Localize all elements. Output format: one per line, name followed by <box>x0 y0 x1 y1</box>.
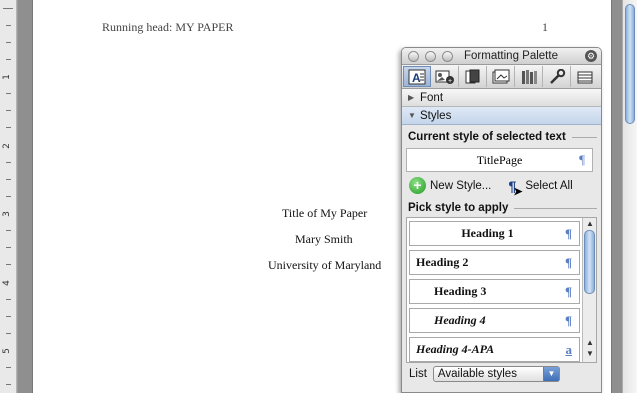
ruler-tick <box>6 230 11 231</box>
list-filter-row: List Available styles ▼ <box>402 363 601 385</box>
paragraph-style-icon: ¶ <box>564 313 572 328</box>
zoom-button[interactable] <box>442 51 453 62</box>
ruler-tick <box>6 25 11 26</box>
close-button[interactable] <box>408 51 419 62</box>
style-list-scroll-thumb[interactable] <box>584 230 595 294</box>
current-style-section: Current style of selected text <box>402 128 601 146</box>
style-list-scrollbar[interactable]: ▲ ▲ ▼ <box>582 218 596 362</box>
document-scrollbar[interactable] <box>622 0 637 393</box>
divider <box>514 207 597 209</box>
scroll-down-icon[interactable]: ▼ <box>586 349 594 358</box>
divider <box>571 136 597 138</box>
paper-title[interactable]: Title of My Paper <box>282 206 367 221</box>
current-style-field: TitlePage ¶ <box>406 148 593 172</box>
ruler-number: 5 <box>1 348 12 354</box>
toolbox-icon[interactable] <box>543 66 571 87</box>
add-icon[interactable]: + <box>409 177 426 194</box>
page-number[interactable]: 1 <box>542 20 548 35</box>
style-list: Heading 1 ¶ Heading 2 ¶ Heading 3 ¶ Head… <box>406 217 597 363</box>
style-name: Heading 2 <box>416 255 469 269</box>
select-all-icon[interactable]: ¶ ➤ <box>503 177 522 198</box>
scroll-up-icon[interactable]: ▲ <box>586 219 594 228</box>
style-item-heading-1[interactable]: Heading 1 ¶ <box>409 221 580 246</box>
minimize-button[interactable] <box>425 51 436 62</box>
current-style-value: TitlePage <box>476 153 523 167</box>
running-head[interactable]: Running head: MY PAPER <box>102 20 233 35</box>
paragraph-style-icon: ¶ <box>564 284 572 299</box>
select-all-button[interactable]: Select All <box>525 180 572 192</box>
ruler-tick <box>6 93 11 94</box>
palette-title: Formatting Palette <box>464 50 558 62</box>
style-name: Heading 3 <box>434 284 487 298</box>
font-pane-label: Font <box>420 91 444 104</box>
ruler-tick <box>6 127 11 128</box>
character-style-icon: a <box>565 342 573 357</box>
style-name: Heading 4-APA <box>416 342 495 356</box>
ruler-tick <box>6 384 11 385</box>
reference-tools-icon[interactable] <box>515 66 543 87</box>
ruler-tick <box>6 333 11 334</box>
ruler-number: 4 <box>1 280 12 286</box>
collapse-triangle-icon: ▼ <box>408 110 416 120</box>
citations-icon[interactable] <box>459 66 487 87</box>
chevron-down-icon: ▼ <box>542 367 559 381</box>
paper-author[interactable]: Mary Smith <box>295 232 353 247</box>
ruler-tick <box>6 179 11 180</box>
ruler-tick <box>6 367 11 368</box>
pick-style-section: Pick style to apply <box>402 199 601 217</box>
formatting-palette: Formatting Palette ⚙ A + ▶ Font ▼ Styles <box>401 47 602 393</box>
svg-text:+: + <box>448 78 452 85</box>
styles-pane-label: Styles <box>420 109 452 122</box>
list-label: List <box>409 368 427 380</box>
mouse-cursor-icon: ➤ <box>513 185 523 198</box>
object-icon[interactable]: + <box>431 66 459 87</box>
list-filter-value: Available styles <box>437 368 517 380</box>
styles-pane-header[interactable]: ▼ Styles <box>402 107 601 125</box>
ruler-tick <box>6 162 11 163</box>
vertical-ruler: 1 2 3 4 5 <box>0 0 17 393</box>
current-style-label: Current style of selected text <box>408 131 566 143</box>
ruler-tick <box>3 8 13 9</box>
style-name: Heading 4 <box>434 313 486 327</box>
ruler-tick <box>6 42 11 43</box>
ruler-tick <box>6 316 11 317</box>
formatting-icon[interactable]: A <box>403 66 431 87</box>
style-name: Heading 1 <box>461 226 514 240</box>
ruler-number: 2 <box>1 143 12 149</box>
ruler-number: 1 <box>1 74 12 80</box>
palette-toolbar: A + <box>402 65 601 89</box>
style-item-heading-4[interactable]: Heading 4 ¶ <box>409 308 580 333</box>
paragraph-style-icon: ¶ <box>564 255 572 270</box>
ruler-tick <box>6 196 11 197</box>
style-item-heading-2[interactable]: Heading 2 ¶ <box>409 250 580 275</box>
document-scroll-thumb[interactable] <box>625 4 635 124</box>
palette-titlebar[interactable]: Formatting Palette ⚙ <box>402 48 601 65</box>
ruler-tick <box>6 110 11 111</box>
style-item-heading-4-apa[interactable]: Heading 4-APA a <box>409 337 580 362</box>
paragraph-style-icon: ¶ <box>564 226 572 241</box>
ruler-tick <box>6 247 11 248</box>
font-pane-header[interactable]: ▶ Font <box>402 89 601 107</box>
paper-institution[interactable]: University of Maryland <box>268 258 381 273</box>
pick-style-label: Pick style to apply <box>408 202 509 214</box>
svg-text:A: A <box>412 71 421 85</box>
ruler-number: 3 <box>1 211 12 217</box>
ruler-tick <box>6 264 11 265</box>
new-style-button[interactable]: New Style... <box>430 180 491 192</box>
list-filter-select[interactable]: Available styles ▼ <box>432 366 560 382</box>
scroll-up-icon[interactable]: ▲ <box>586 338 594 347</box>
ruler-tick <box>6 59 11 60</box>
ruler-tick <box>6 299 11 300</box>
expand-triangle-icon: ▶ <box>408 92 415 102</box>
style-actions: + New Style... ¶ ➤ Select All <box>402 172 601 199</box>
scrapbook-icon[interactable] <box>571 66 599 87</box>
clip-icon[interactable] <box>487 66 515 87</box>
style-item-heading-3[interactable]: Heading 3 ¶ <box>409 279 580 304</box>
palette-options-icon[interactable]: ⚙ <box>585 50 597 62</box>
paragraph-style-icon: ¶ <box>579 152 585 167</box>
